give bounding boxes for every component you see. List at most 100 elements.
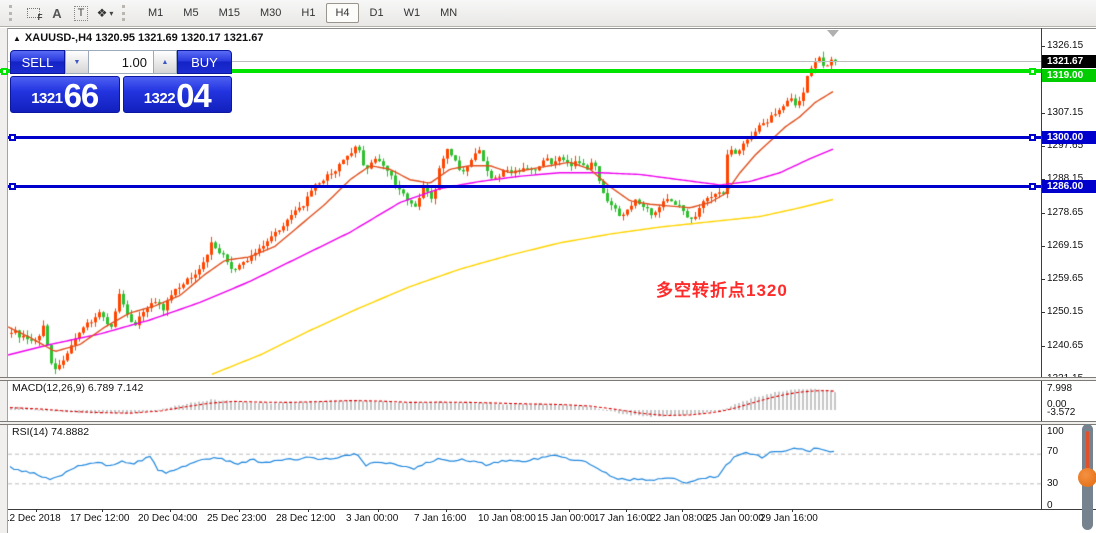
time-axis-line — [0, 509, 1096, 510]
top-toolbar: F A T ❖ ▾ M1 M5 M15 M30 H1 H4 D1 W1 MN — [0, 0, 1096, 27]
text-box-tool-button[interactable]: T — [69, 2, 93, 24]
time-tick — [239, 509, 240, 512]
price-marker-1286.00: 1286.00 — [1042, 180, 1096, 194]
time-axis-label: 3 Jan 00:00 — [346, 513, 399, 524]
timeframe-h4-button[interactable]: H4 — [326, 3, 359, 23]
volume-decrease-button[interactable]: ▼ — [65, 50, 89, 74]
symbol-collapse-icon[interactable]: ▲ — [13, 34, 21, 43]
price-marker-1321.67: 1321.67 — [1042, 55, 1096, 69]
price-tick-label: 1307.15 — [1047, 106, 1084, 118]
thermometer-icon — [1077, 424, 1096, 533]
one-click-trading-widget: SELL ▼ ▲ BUY 132166 132204 — [10, 50, 232, 113]
objects-icon: ❖ — [96, 6, 108, 20]
rsi-tick-label: 100 — [1047, 426, 1064, 437]
timeframe-w1-button[interactable]: W1 — [395, 3, 430, 23]
time-tick — [102, 509, 103, 512]
price-tick — [1041, 145, 1045, 147]
timeframe-m15-button[interactable]: M15 — [210, 3, 249, 23]
sell-price-big: 66 — [63, 77, 100, 114]
chevron-down-icon: ▾ — [109, 8, 114, 18]
price-tick — [1041, 312, 1045, 314]
time-tick — [510, 509, 511, 512]
timeframe-mn-button[interactable]: MN — [431, 3, 466, 23]
time-tick — [792, 509, 793, 512]
price-tick-label: 1326.15 — [1047, 40, 1084, 51]
line-handle[interactable] — [1029, 183, 1036, 191]
line-handle[interactable] — [1029, 67, 1036, 75]
buy-price-big: 04 — [176, 77, 212, 114]
macd-tick-label: -3.572 — [1047, 407, 1076, 418]
buy-price-small: 1322 — [143, 90, 176, 107]
symbol-ohlc-text: XAUUSD-,H4 1320.95 1321.69 1320.17 1321.… — [24, 32, 264, 44]
thermometer-bulb — [1078, 468, 1096, 487]
price-tick-label: 1240.65 — [1047, 339, 1084, 351]
horizontal-line-1300[interactable] — [8, 136, 1041, 140]
price-scale-tool-button[interactable]: F — [21, 2, 45, 24]
timeframe-d1-button[interactable]: D1 — [361, 3, 393, 23]
price-tick-label: 1278.65 — [1047, 206, 1084, 218]
chart-left-gutter — [0, 28, 8, 533]
price-axis-line — [1041, 28, 1042, 509]
time-tick — [682, 509, 683, 512]
sell-price-small: 1321 — [31, 90, 63, 107]
time-tick — [446, 509, 447, 512]
buy-button[interactable]: BUY — [177, 50, 232, 74]
toolbar-grip[interactable] — [122, 5, 129, 21]
buy-price-panel[interactable]: 1322 04 — [122, 76, 232, 114]
price-tick — [1041, 345, 1045, 347]
rsi-tick-label: 0 — [1047, 500, 1053, 511]
time-axis-label: 15 Jan 00:00 — [537, 513, 595, 524]
line-handle[interactable] — [1029, 134, 1036, 142]
time-tick — [378, 509, 379, 512]
price-tick — [1041, 279, 1045, 281]
rsi-label: RSI(14) 74.8882 — [12, 426, 90, 438]
volume-input[interactable] — [89, 50, 153, 74]
letter-t-icon: T — [73, 5, 89, 21]
pane-separator-main-macd[interactable] — [0, 377, 1096, 381]
objects-tool-button[interactable]: ❖ ▾ — [93, 2, 117, 24]
pane-separator-macd-rsi[interactable] — [0, 421, 1096, 425]
timeframe-m30-button[interactable]: M30 — [251, 3, 290, 23]
line-handle[interactable] — [9, 134, 16, 142]
timeframe-m1-button[interactable]: M1 — [139, 3, 172, 23]
time-axis-label: 25 Jan 00:00 — [706, 513, 764, 524]
sell-price-panel[interactable]: 1321 66 — [10, 76, 120, 113]
timeframe-h1-button[interactable]: H1 — [292, 3, 324, 23]
line-handle[interactable] — [9, 183, 16, 191]
price-tick — [1041, 212, 1045, 214]
volume-increase-button[interactable]: ▲ — [153, 50, 177, 74]
horizontal-line-1286[interactable] — [8, 185, 1041, 189]
chart-shift-marker-icon[interactable] — [827, 30, 839, 37]
price-tick-label: 1250.15 — [1047, 306, 1084, 318]
rsi-tick-label: 70 — [1047, 446, 1059, 457]
letter-a-icon: A — [52, 5, 62, 21]
time-axis-label: 20 Dec 04:00 — [138, 513, 198, 524]
price-marker-1300.00: 1300.00 — [1042, 131, 1096, 145]
time-tick — [626, 509, 627, 512]
text-label-tool-button[interactable]: A — [45, 2, 69, 24]
time-axis-label: 10 Jan 08:00 — [478, 513, 536, 524]
trading-terminal: F A T ❖ ▾ M1 M5 M15 M30 H1 H4 D1 W1 MN ▲ XAUUSD-,… — [0, 0, 1096, 533]
caret-down-icon: ▼ — [73, 58, 81, 66]
time-axis-label: 25 Dec 23:00 — [207, 513, 267, 524]
price-tick-label: 1259.65 — [1047, 273, 1084, 285]
time-axis-label: 22 Jan 08:00 — [650, 513, 708, 524]
time-axis-label: 17 Dec 12:00 — [70, 513, 130, 524]
time-axis-label: 7 Jan 16:00 — [414, 513, 467, 524]
time-axis-label: 12 Dec 2018 — [4, 513, 61, 524]
time-tick — [308, 509, 309, 512]
time-axis-label: 28 Dec 12:00 — [276, 513, 336, 524]
macd-tick-label: 7.998 — [1047, 383, 1073, 394]
time-axis-label: 17 Jan 16:00 — [594, 513, 652, 524]
time-tick — [738, 509, 739, 512]
caret-up-icon: ▲ — [161, 58, 169, 66]
grid-f-icon: F — [26, 8, 43, 22]
toolbar-grip[interactable] — [9, 5, 16, 21]
line-handle[interactable] — [1, 67, 8, 75]
macd-label: MACD(12,26,9) 6.789 7.142 — [12, 382, 144, 394]
chart-title: ▲ XAUUSD-,H4 1320.95 1321.69 1320.17 1321… — [13, 32, 263, 44]
time-tick — [569, 509, 570, 512]
timeframe-m5-button[interactable]: M5 — [174, 3, 207, 23]
sell-button[interactable]: SELL — [10, 50, 65, 74]
time-tick — [170, 509, 171, 512]
